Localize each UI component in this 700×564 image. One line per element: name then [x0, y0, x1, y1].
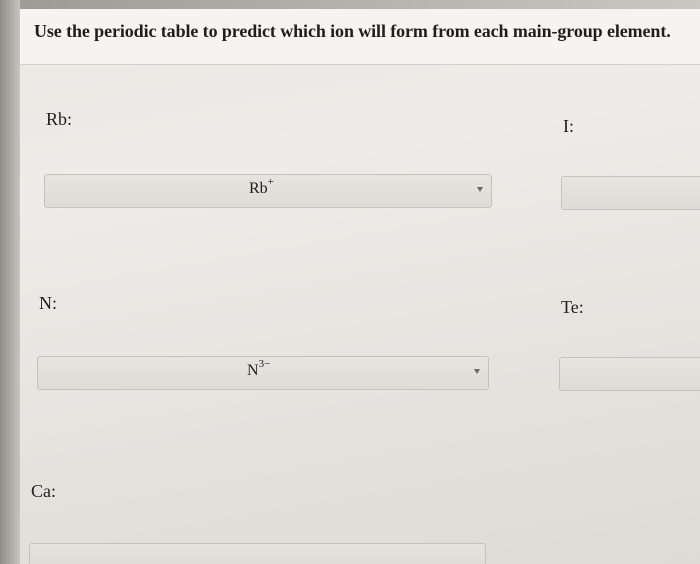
question-header: Use the periodic table to predict which …	[20, 9, 700, 65]
rb-ion-symbol: Rb	[249, 180, 268, 197]
question-instruction: Use the periodic table to predict which …	[34, 21, 671, 41]
ca-label: Ca:	[31, 481, 56, 501]
n-selected-ion: N3−	[247, 359, 270, 380]
ca-ion-dropdown[interactable]	[29, 543, 486, 564]
n-label: N:	[39, 293, 57, 313]
rb-label: Rb:	[46, 109, 73, 129]
n-ion-symbol: N	[247, 362, 259, 379]
te-ion-dropdown[interactable]	[559, 357, 700, 391]
i-ion-dropdown[interactable]	[561, 176, 700, 210]
rb-selected-ion: Rb+	[249, 177, 274, 198]
left-shadow-edge	[0, 0, 20, 564]
chevron-down-icon	[474, 369, 480, 374]
n-ion-dropdown[interactable]: N3−	[37, 356, 489, 390]
rb-ion-charge: +	[267, 176, 274, 188]
te-label: Te:	[561, 297, 584, 317]
rb-ion-dropdown[interactable]: Rb+	[44, 174, 492, 208]
i-label: I:	[563, 116, 574, 136]
n-ion-charge: 3−	[258, 358, 271, 370]
top-shadow-edge	[0, 0, 700, 9]
chevron-down-icon	[477, 187, 483, 192]
